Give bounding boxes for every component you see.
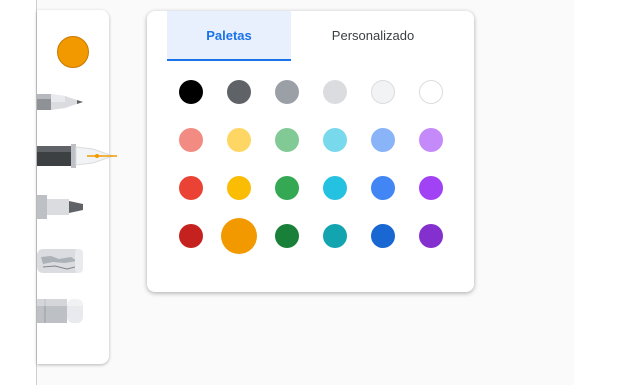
color-swatch[interactable]	[227, 176, 251, 200]
color-swatch[interactable]	[371, 128, 395, 152]
current-color-button[interactable]	[57, 36, 89, 68]
color-swatch[interactable]	[323, 176, 347, 200]
color-swatch[interactable]	[323, 80, 347, 104]
color-swatch[interactable]	[179, 80, 203, 104]
color-swatch[interactable]	[227, 80, 251, 104]
color-swatch[interactable]	[275, 224, 299, 248]
color-swatch[interactable]	[221, 218, 257, 254]
color-swatch[interactable]	[179, 128, 203, 152]
color-swatch[interactable]	[419, 80, 443, 104]
marker-icon[interactable]	[37, 193, 87, 221]
eraser-icon[interactable]	[37, 297, 85, 325]
color-swatch[interactable]	[179, 176, 203, 200]
color-palette-popup: Paletas Personalizado	[147, 11, 474, 292]
color-swatch[interactable]	[179, 224, 203, 248]
color-swatch[interactable]	[419, 128, 443, 152]
color-swatch[interactable]	[275, 80, 299, 104]
color-swatch[interactable]	[419, 176, 443, 200]
tab-paletas[interactable]: Paletas	[167, 11, 291, 61]
color-swatch[interactable]	[275, 176, 299, 200]
fountain-pen-icon[interactable]	[37, 143, 119, 169]
tab-personalizado[interactable]: Personalizado	[312, 11, 434, 59]
color-swatch[interactable]	[227, 128, 251, 152]
pencil-icon[interactable]	[37, 90, 87, 114]
color-swatch[interactable]	[371, 80, 395, 104]
color-swatch[interactable]	[275, 128, 299, 152]
color-swatch[interactable]	[371, 224, 395, 248]
color-swatch[interactable]	[323, 128, 347, 152]
color-swatch[interactable]	[323, 224, 347, 248]
chalk-icon[interactable]	[37, 247, 85, 275]
color-swatch[interactable]	[371, 176, 395, 200]
color-swatch[interactable]	[419, 224, 443, 248]
